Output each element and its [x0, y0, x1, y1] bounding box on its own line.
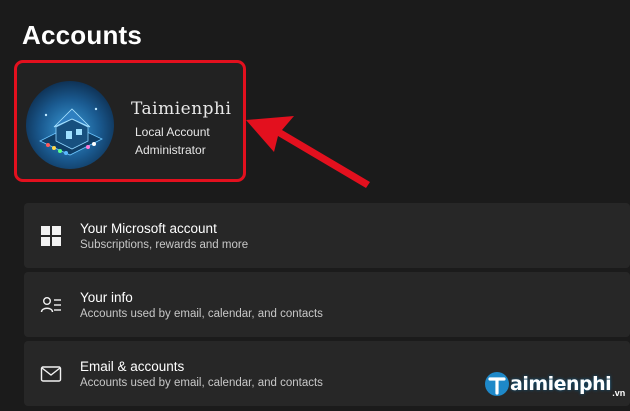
- row-title: Your Microsoft account: [80, 221, 217, 236]
- row-subtitle: Accounts used by email, calendar, and co…: [80, 308, 323, 320]
- row-microsoft-account[interactable]: Your Microsoft account Subscriptions, re…: [24, 203, 630, 268]
- account-type-label: Local Account: [135, 125, 210, 139]
- watermark-logo: aimienphi .vn: [484, 364, 625, 404]
- profile-name: Taimienphi: [131, 99, 232, 119]
- row-subtitle: Accounts used by email, calendar, and co…: [80, 377, 323, 389]
- smart-home-icon: [39, 107, 103, 156]
- row-subtitle: Subscriptions, rewards and more: [80, 239, 249, 251]
- page-title: Accounts: [22, 20, 143, 50]
- account-role-label: Administrator: [135, 143, 206, 157]
- avatar: [26, 81, 114, 169]
- row-title: Your info: [80, 290, 133, 305]
- windows-logo-icon: [41, 226, 61, 246]
- red-arrow-annotation: [246, 116, 370, 188]
- envelope-icon: [40, 366, 62, 382]
- watermark-text: aimienphi: [510, 373, 612, 395]
- row-your-info[interactable]: Your info Accounts used by email, calend…: [24, 272, 630, 337]
- watermark-tld: .vn: [612, 388, 626, 398]
- profile-card[interactable]: Taimienphi Local Account Administrator: [14, 60, 246, 182]
- person-info-icon: [40, 297, 61, 313]
- taimienphi-logo-icon: [485, 372, 509, 396]
- row-title: Email & accounts: [80, 359, 185, 374]
